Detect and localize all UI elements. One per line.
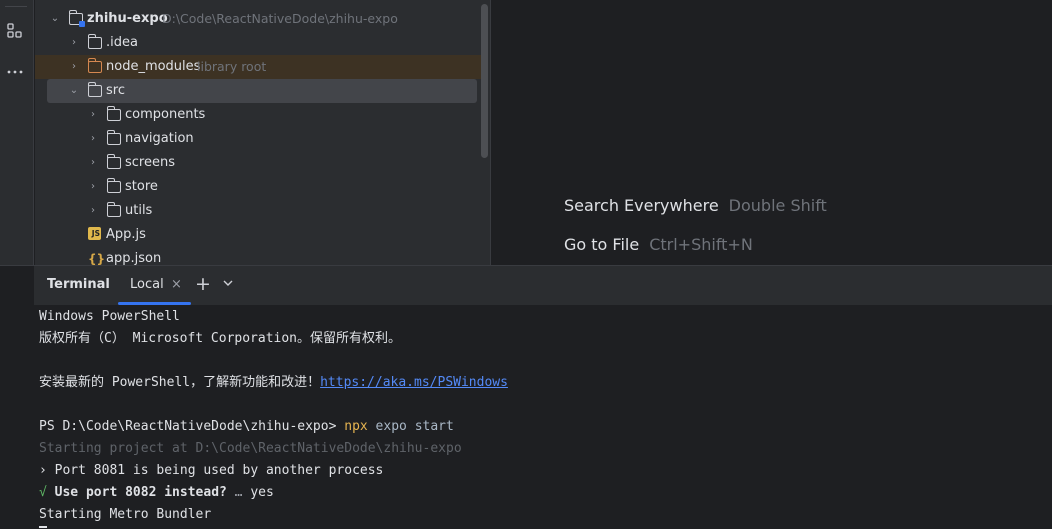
folder-icon bbox=[106, 178, 121, 193]
hint-action: Go to File bbox=[564, 235, 640, 254]
chevron-right-icon[interactable]: › bbox=[68, 55, 80, 79]
terminal-line: 版权所有（C） Microsoft Corporation。保留所有权利。 bbox=[39, 331, 402, 346]
tree-item-label: app.json bbox=[106, 251, 162, 266]
folder-icon bbox=[106, 202, 121, 217]
chevron-right-icon[interactable]: › bbox=[87, 127, 99, 151]
chevron-right-icon[interactable]: › bbox=[68, 31, 80, 55]
terminal-line: √ Use port 8082 instead? … yes bbox=[39, 482, 274, 504]
tree-item-navigation[interactable]: › navigation bbox=[35, 127, 490, 151]
javascript-file-icon: JS bbox=[88, 227, 101, 240]
tree-item-screens[interactable]: › screens bbox=[35, 151, 490, 175]
check-icon: √ bbox=[39, 485, 47, 500]
tree-item-src[interactable]: ⌄ src bbox=[47, 79, 477, 103]
terminal-line: PS D:\Code\ReactNativeDode\zhihu-expo> n… bbox=[39, 416, 454, 438]
tree-item-components[interactable]: › components bbox=[35, 103, 490, 127]
json-file-icon: {} bbox=[88, 252, 106, 266]
activity-bar bbox=[0, 0, 34, 266]
tree-item-label: navigation bbox=[125, 131, 194, 146]
terminal-cursor bbox=[39, 526, 47, 528]
terminal-line: › Port 8081 is being used by another pro… bbox=[39, 463, 384, 478]
terminal-prompt: PS D:\Code\ReactNativeDode\zhihu-expo> bbox=[39, 419, 345, 434]
chevron-down-icon[interactable]: ⌄ bbox=[49, 7, 61, 31]
terminal-answer: yes bbox=[250, 485, 274, 500]
add-icon[interactable]: + bbox=[195, 266, 211, 303]
tree-item-label: screens bbox=[125, 155, 175, 170]
tree-item-idea[interactable]: › .idea bbox=[35, 31, 490, 55]
terminal-question: Use port 8082 instead? bbox=[46, 485, 227, 500]
tree-scrollbar[interactable] bbox=[481, 4, 488, 158]
tree-item-label: node_modules bbox=[106, 59, 201, 74]
editor-empty-state: Search Everywhere Double Shift Go to File… bbox=[491, 0, 1052, 266]
chevron-down-icon[interactable] bbox=[222, 266, 234, 304]
tree-item-app-js[interactable]: JS App.js bbox=[35, 223, 490, 247]
chevron-right-icon[interactable]: › bbox=[87, 175, 99, 199]
folder-icon bbox=[87, 82, 102, 97]
terminal-line: Starting Metro Bundler bbox=[39, 507, 212, 522]
chevron-right-icon[interactable]: › bbox=[87, 199, 99, 223]
terminal-line: Starting project at D:\Code\ReactNativeD… bbox=[39, 441, 462, 456]
more-icon[interactable] bbox=[4, 62, 26, 84]
terminal-args: expo start bbox=[367, 419, 454, 434]
library-folder-icon bbox=[87, 58, 102, 73]
folder-icon bbox=[106, 106, 121, 121]
terminal-command: npx bbox=[344, 419, 368, 434]
terminal-line: 安装最新的 PowerShell，了解新功能和改进！https://aka.ms… bbox=[39, 372, 508, 394]
terminal-text: 安装最新的 PowerShell，了解新功能和改进！ bbox=[39, 375, 321, 390]
hint-search-everywhere: Search Everywhere Double Shift bbox=[564, 196, 827, 215]
terminal-output[interactable]: Windows PowerShell 版权所有（C） Microsoft Cor… bbox=[34, 305, 1052, 529]
terminal-line: Windows PowerShell bbox=[39, 309, 180, 324]
chevron-right-icon[interactable]: › bbox=[87, 103, 99, 127]
tree-item-label: zhihu-expo bbox=[87, 11, 168, 26]
project-tree: ⌄ zhihu-expo D:\Code\ReactNativeDode\zhi… bbox=[35, 0, 490, 266]
activity-divider bbox=[5, 6, 27, 7]
hint-action: Search Everywhere bbox=[564, 196, 719, 215]
hint-shortcut: Double Shift bbox=[728, 196, 827, 215]
chevron-right-icon[interactable]: › bbox=[87, 151, 99, 175]
library-root-tag: library root bbox=[197, 59, 267, 74]
tree-item-utils[interactable]: › utils bbox=[35, 199, 490, 223]
tree-item-label: App.js bbox=[106, 227, 146, 242]
terminal-header: Terminal Local × + bbox=[34, 266, 1052, 305]
tree-item-label: src bbox=[106, 83, 125, 98]
tree-item-label: components bbox=[125, 107, 206, 122]
structure-icon[interactable] bbox=[4, 22, 26, 44]
tree-item-node-modules[interactable]: › node_modules library root bbox=[35, 55, 488, 79]
folder-icon bbox=[106, 130, 121, 145]
tree-item-store[interactable]: › store bbox=[35, 175, 490, 199]
tree-item-app-json[interactable]: {} app.json bbox=[35, 247, 490, 266]
tab-local[interactable]: Local × bbox=[118, 266, 191, 305]
folder-icon bbox=[87, 34, 102, 49]
tree-item-path: D:\Code\ReactNativeDode\zhihu-expo bbox=[162, 11, 398, 26]
tab-label: Local bbox=[130, 277, 164, 292]
tree-item-label: utils bbox=[125, 203, 153, 218]
folder-icon bbox=[106, 154, 121, 169]
close-icon[interactable]: × bbox=[171, 266, 182, 304]
tree-item-label: store bbox=[125, 179, 158, 194]
tree-item-label: .idea bbox=[106, 35, 138, 50]
chevron-down-icon[interactable]: ⌄ bbox=[68, 79, 80, 103]
hint-go-to-file: Go to File Ctrl+Shift+N bbox=[564, 235, 753, 254]
terminal-ellipsis: … bbox=[226, 485, 251, 500]
hint-shortcut: Ctrl+Shift+N bbox=[649, 235, 753, 254]
powershell-link[interactable]: https://aka.ms/PSWindows bbox=[320, 375, 508, 390]
terminal-title: Terminal bbox=[47, 277, 110, 292]
module-folder-icon bbox=[68, 10, 85, 27]
tree-item-root[interactable]: ⌄ zhihu-expo D:\Code\ReactNativeDode\zhi… bbox=[35, 7, 490, 31]
